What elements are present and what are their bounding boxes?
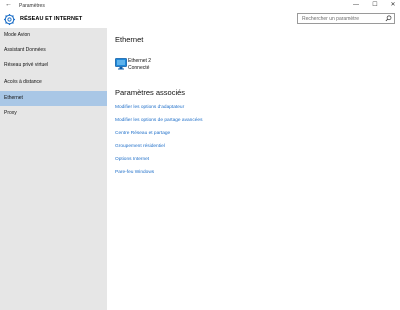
settings-header: RÉSEAU ET INTERNET Rechercher un paramèt… <box>0 11 400 28</box>
link-internet-options[interactable]: Options Internet <box>115 157 149 162</box>
sidebar-item-proxy[interactable]: Proxy <box>0 106 107 121</box>
sidebar-item-ethernet[interactable]: Ethernet <box>0 91 107 106</box>
window-title: Paramètres <box>19 2 45 9</box>
connection-status: Connecté <box>128 65 150 71</box>
page-heading: Ethernet <box>115 35 144 44</box>
minimize-button[interactable]: — <box>351 2 361 9</box>
sidebar-item-assistant-donnees[interactable]: Assistant Données <box>0 43 107 58</box>
section-title: RÉSEAU ET INTERNET <box>20 16 83 22</box>
gear-icon <box>3 13 16 26</box>
link-advanced-sharing[interactable]: Modifier les options de partage avancées <box>115 118 202 123</box>
link-windows-firewall[interactable]: Pare-feu Windows <box>115 170 154 175</box>
related-settings-heading: Paramètres associés <box>115 88 186 97</box>
search-placeholder: Rechercher un paramètre <box>302 16 359 22</box>
sidebar-item-mode-avion[interactable]: Mode Avion <box>0 28 107 43</box>
search-input[interactable]: Rechercher un paramètre <box>297 13 395 24</box>
link-homegroup[interactable]: Groupement résidentiel <box>115 144 165 149</box>
link-adapter-options[interactable]: Modifier les options d'adaptateur <box>115 105 184 110</box>
search-icon[interactable] <box>385 15 392 22</box>
sidebar-item-vpn[interactable]: Réseau privé virtuel <box>0 58 107 73</box>
sidebar: Mode Avion Assistant Données Réseau priv… <box>0 28 107 310</box>
connection-name[interactable]: Ethernet 2 <box>128 58 151 64</box>
close-button[interactable]: ✕ <box>388 2 398 9</box>
sidebar-item-acces-distance[interactable]: Accès à distance <box>0 75 107 90</box>
back-arrow-icon[interactable]: ← <box>5 1 12 9</box>
maximize-button[interactable]: ☐ <box>370 2 380 9</box>
main-content: Ethernet Ethernet 2 Connecté Paramètres … <box>107 28 400 310</box>
link-network-sharing-center[interactable]: Centre Réseau et partage <box>115 131 170 136</box>
title-bar: ← Paramètres — ☐ ✕ <box>0 0 400 11</box>
